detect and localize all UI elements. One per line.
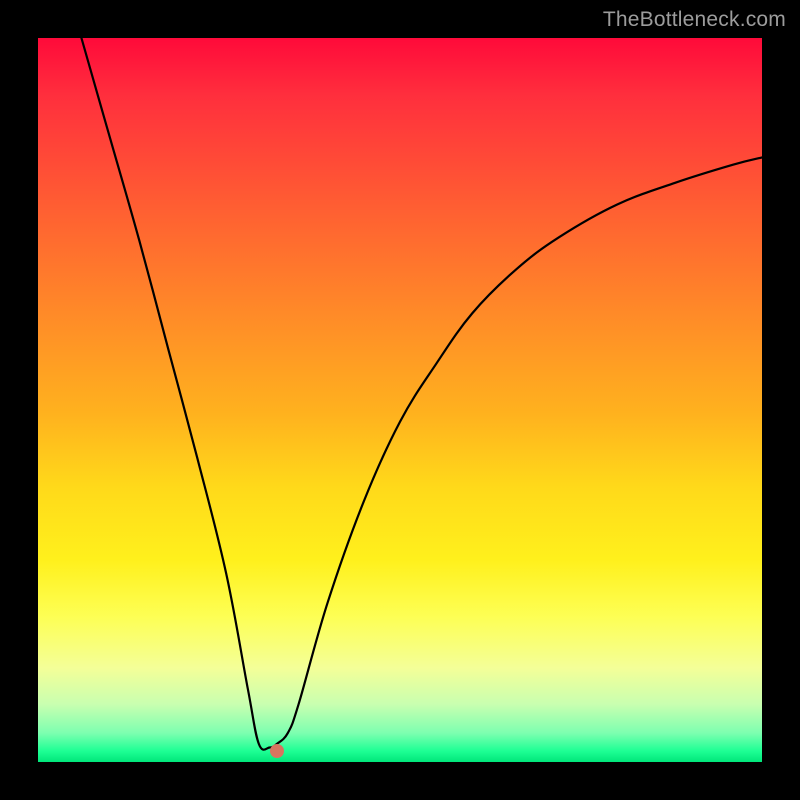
bottleneck-curve <box>38 38 762 762</box>
plot-area <box>38 38 762 762</box>
watermark-text: TheBottleneck.com <box>603 8 786 32</box>
optimal-point-marker <box>270 744 284 758</box>
chart-frame: TheBottleneck.com <box>0 0 800 800</box>
